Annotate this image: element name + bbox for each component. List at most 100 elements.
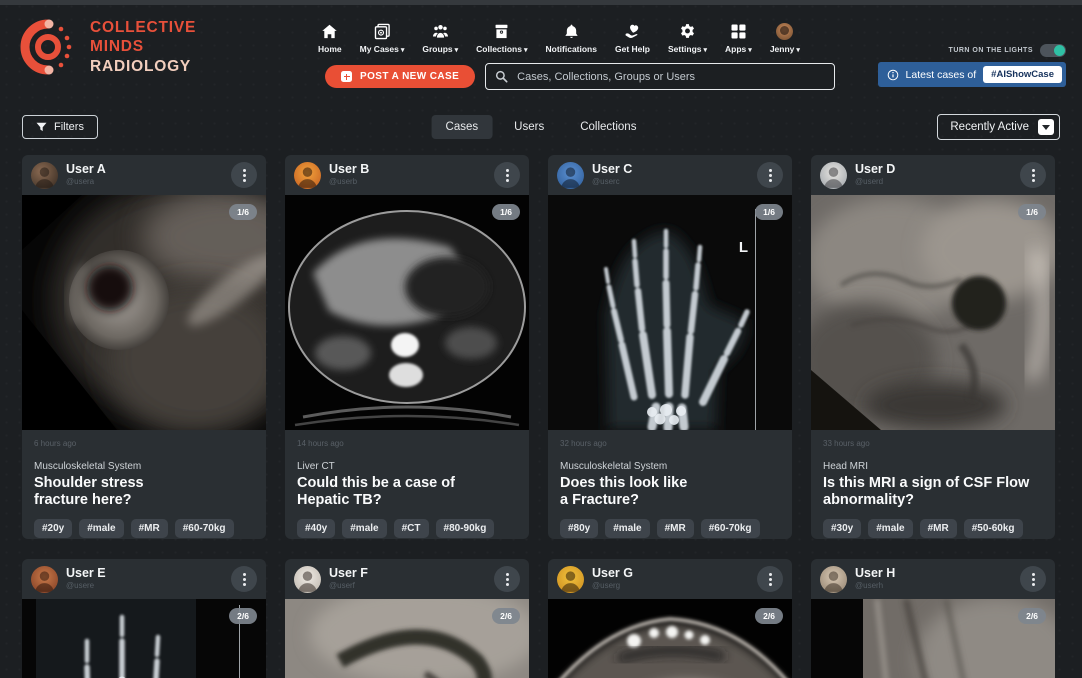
tag[interactable]: #80y [560, 519, 598, 538]
card-username[interactable]: User C [592, 163, 632, 177]
nav-home[interactable]: Home [318, 23, 342, 54]
tag[interactable]: #60-70kg [701, 519, 760, 538]
card-timestamp: 32 hours ago [560, 439, 780, 448]
tab-cases[interactable]: Cases [432, 115, 493, 139]
nav-profile[interactable]: Jenny▾ [770, 23, 800, 54]
window-top-edge [0, 0, 1082, 5]
card-menu-button[interactable] [757, 162, 783, 188]
tag[interactable]: #MR [657, 519, 694, 538]
card-menu-button[interactable] [231, 566, 257, 592]
card-title[interactable]: Could this be a case of Hepatic TB? [297, 475, 517, 509]
kebab-menu-icon [506, 578, 509, 581]
case-card: User A @usera [22, 155, 266, 539]
card-timestamp: 6 hours ago [34, 439, 254, 448]
card-title[interactable]: Is this MRI a sign of CSF Flow abnormali… [823, 475, 1043, 509]
nav-settings[interactable]: Settings▾ [668, 23, 707, 54]
card-menu-button[interactable] [231, 162, 257, 188]
user-avatar[interactable] [820, 162, 847, 189]
case-image-hand-xray[interactable]: L 1/6 [548, 195, 792, 430]
search-icon [495, 70, 508, 83]
user-avatar[interactable] [31, 566, 58, 593]
case-image-hand-xray-fingers[interactable]: L 2/6 [22, 599, 266, 678]
nav-apps[interactable]: Apps▾ [725, 23, 752, 54]
nav-get-help[interactable]: Get Help [615, 23, 650, 54]
lights-label: TURN ON THE LIGHTS [949, 47, 1033, 54]
tag[interactable]: #male [342, 519, 386, 538]
tag[interactable]: #CT [394, 519, 429, 538]
case-image-hip-mri[interactable]: 2/6 [811, 599, 1055, 678]
user-avatar[interactable] [294, 162, 321, 189]
tag[interactable]: #80-90kg [436, 519, 495, 538]
tab-users[interactable]: Users [500, 115, 558, 139]
plus-icon [341, 71, 352, 82]
stack-scroll-indicator[interactable] [755, 209, 757, 430]
search-input[interactable] [515, 70, 825, 84]
collections-icon [493, 23, 510, 40]
tag[interactable]: #male [79, 519, 123, 538]
gear-icon [679, 23, 696, 40]
tag[interactable]: #50-60kg [964, 519, 1023, 538]
post-new-case-button[interactable]: POST A NEW CASE [325, 65, 475, 88]
card-userhandle: @userc [592, 178, 632, 187]
user-avatar[interactable] [294, 566, 321, 593]
card-username[interactable]: User G [592, 567, 633, 581]
card-username[interactable]: User B [329, 163, 369, 177]
case-image-shoulder-mri[interactable]: 1/6 [22, 195, 266, 430]
image-page-badge: 1/6 [229, 204, 257, 220]
case-image-brain-mri-sagittal[interactable]: 2/6 [285, 599, 529, 678]
card-username[interactable]: User F [329, 567, 368, 581]
chevron-down-icon: ▾ [401, 47, 405, 54]
image-page-badge: 2/6 [755, 608, 783, 624]
case-image-abdomen-ct[interactable]: 1/6 [285, 195, 529, 430]
result-tabs: Cases Users Collections [432, 115, 651, 139]
card-menu-button[interactable] [757, 566, 783, 592]
header-actions: POST A NEW CASE [325, 63, 835, 90]
card-category: Musculoskeletal System [560, 461, 780, 472]
nav-my-cases[interactable]: My Cases▾ [360, 23, 405, 54]
card-username[interactable]: User D [855, 163, 895, 177]
case-image-ct-axial[interactable]: 2/6 [548, 599, 792, 678]
user-avatar[interactable] [557, 566, 584, 593]
profile-avatar [776, 23, 793, 40]
card-userhandle: @userg [592, 582, 633, 591]
tag[interactable]: #30y [823, 519, 861, 538]
nav-groups[interactable]: Groups▾ [422, 23, 458, 54]
dropdown-caret-icon [1038, 119, 1054, 135]
tag[interactable]: #male [605, 519, 649, 538]
case-grid: User A @usera [22, 155, 1055, 678]
card-username[interactable]: User E [66, 567, 106, 581]
card-menu-button[interactable] [494, 566, 520, 592]
case-card: User G @userg [548, 559, 792, 678]
tag[interactable]: #MR [131, 519, 168, 538]
user-avatar[interactable] [557, 162, 584, 189]
notifications-icon [563, 23, 580, 40]
tag[interactable]: #MR [920, 519, 957, 538]
card-menu-button[interactable] [1020, 566, 1046, 592]
case-image-brain-mri[interactable]: 1/6 [811, 195, 1055, 430]
card-username[interactable]: User A [66, 163, 106, 177]
tab-collections[interactable]: Collections [566, 115, 650, 139]
sort-dropdown[interactable]: Recently Active [937, 114, 1060, 140]
card-timestamp: 14 hours ago [297, 439, 517, 448]
card-title[interactable]: Shoulder stress fracture here? [34, 475, 254, 509]
card-title[interactable]: Does this look like a Fracture? [560, 475, 780, 509]
kebab-menu-icon [1032, 578, 1035, 581]
showcase-tag-button[interactable]: #AIShowCase [983, 66, 1062, 83]
user-avatar[interactable] [31, 162, 58, 189]
brand-logo[interactable]: COLLECTIVE MINDS RADIOLOGY [18, 16, 196, 78]
global-search[interactable] [485, 63, 835, 90]
nav-notifications[interactable]: Notifications [546, 23, 597, 54]
tag[interactable]: #40y [297, 519, 335, 538]
hand-heart-icon [624, 23, 641, 40]
nav-collections[interactable]: Collections▾ [476, 23, 527, 54]
tag[interactable]: #male [868, 519, 912, 538]
lights-toggle[interactable] [1040, 44, 1066, 57]
tag[interactable]: #60-70kg [175, 519, 234, 538]
tag[interactable]: #20y [34, 519, 72, 538]
card-username[interactable]: User H [855, 567, 895, 581]
user-avatar[interactable] [820, 566, 847, 593]
card-menu-button[interactable] [1020, 162, 1046, 188]
card-menu-button[interactable] [494, 162, 520, 188]
filters-button[interactable]: Filters [22, 115, 98, 139]
theme-switch: TURN ON THE LIGHTS [949, 44, 1066, 57]
